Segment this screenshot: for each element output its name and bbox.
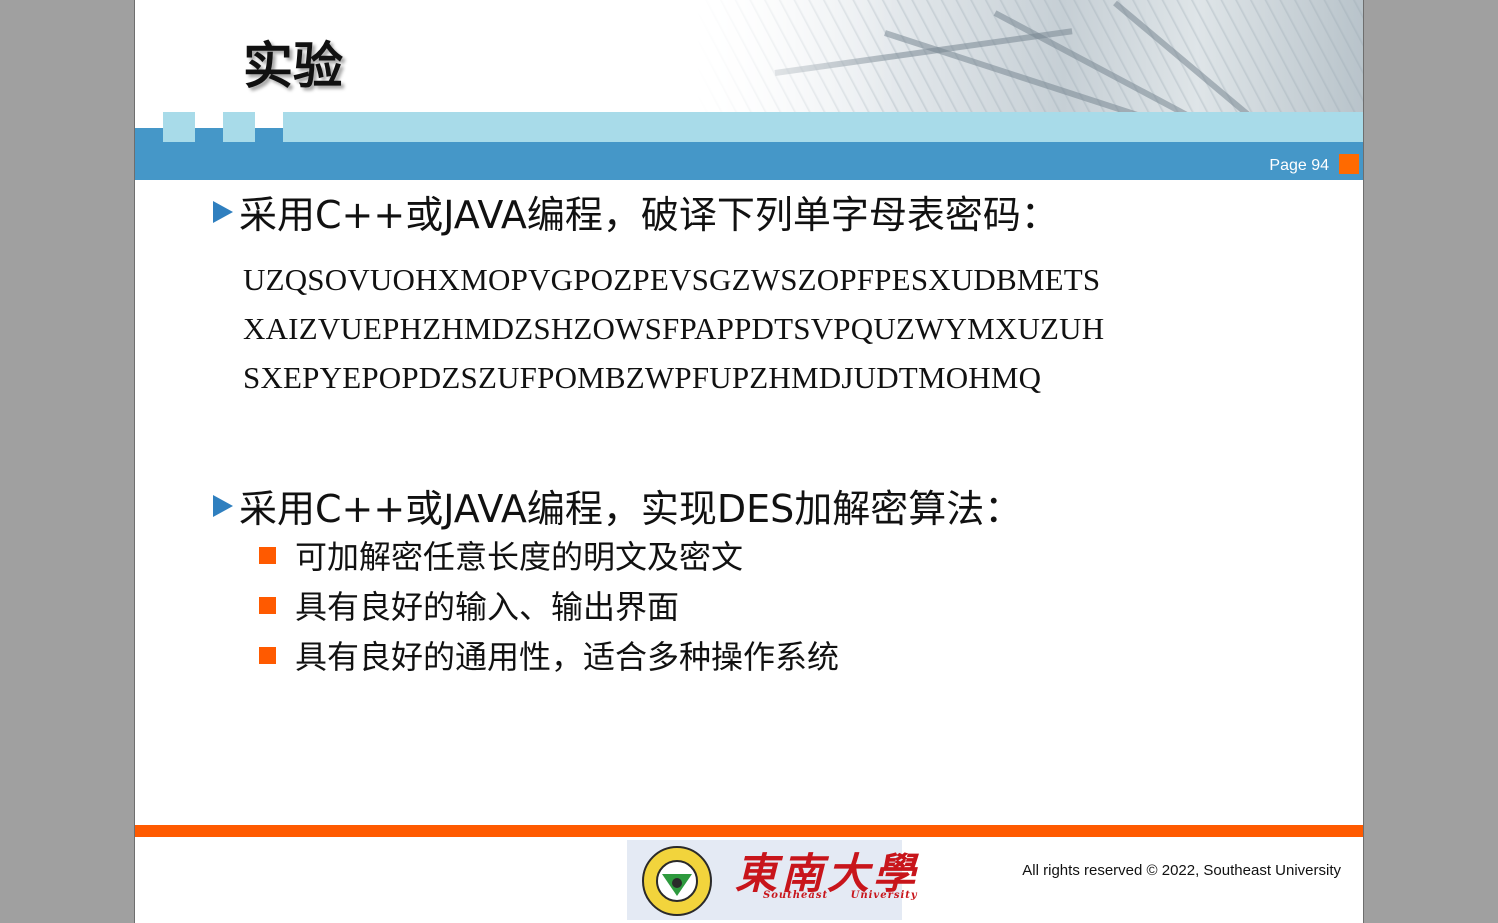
slide-title: 实验 <box>243 37 343 95</box>
list-item: 具有良好的输入、输出界面 <box>259 580 839 630</box>
task1-heading: 采用C++或JAVA编程，破译下列单字母表密码： <box>213 184 1059 239</box>
task1-heading-text: 采用C++或JAVA编程，破译下列单字母表密码： <box>239 193 1059 237</box>
list-item-text: 具有良好的通用性，适合多种操作系统 <box>295 638 840 676</box>
header-square-2 <box>223 112 255 142</box>
header-band-light <box>283 128 1363 142</box>
task2-heading-text: 采用C++或JAVA编程，实现DES加解密算法： <box>239 487 1023 531</box>
list-item: 可加解密任意长度的明文及密文 <box>259 530 839 580</box>
task2-heading: 采用C++或JAVA编程，实现DES加解密算法： <box>213 478 1022 533</box>
header-stripe <box>283 112 1363 130</box>
square-bullet-icon <box>259 546 276 564</box>
logo-english-name: Southeast University <box>763 890 918 901</box>
square-bullet-icon <box>259 646 276 664</box>
header-square-1 <box>163 112 195 142</box>
triangle-bullet-icon <box>213 494 233 517</box>
copyright-notice: All rights reserved © 2022, Southeast Un… <box>1022 862 1341 879</box>
triangle-bullet-icon <box>213 200 233 223</box>
square-bullet-icon <box>259 596 276 614</box>
page-number: Page 94 <box>1269 157 1329 174</box>
header-photo <box>695 0 1363 195</box>
footer-line <box>135 825 1363 837</box>
university-logo: 東南大學 Southeast University <box>627 840 917 920</box>
slide: 实验 Page 94 采用C++或JAVA编程，破译下列单字母表密码： UZQS… <box>134 0 1364 923</box>
task2-requirements: 可加解密任意长度的明文及密文 具有良好的输入、输出界面 具有良好的通用性，适合多… <box>259 530 839 680</box>
list-item-text: 具有良好的输入、输出界面 <box>295 588 680 626</box>
cipher-line: XAIZVUEPHZHMDZSHZOWSFPAPPDTSVPQUZWYMXUZU… <box>243 311 1105 346</box>
list-item-text: 可加解密任意长度的明文及密文 <box>295 538 744 576</box>
university-seal-icon <box>642 846 712 916</box>
cipher-line: SXEPYEPOPDZSZUFPOMBZWPFUPZHMDJUDTMOHMQ <box>243 360 1042 395</box>
page-marker <box>1339 154 1359 174</box>
list-item: 具有良好的通用性，适合多种操作系统 <box>259 630 839 680</box>
cipher-line: UZQSOVUOHXMOPVGPOZPEVSGZWSZOPFPESXUDBMET… <box>243 262 1101 297</box>
ciphertext-block: UZQSOVUOHXMOPVGPOZPEVSGZWSZOPFPESXUDBMET… <box>243 255 1104 402</box>
